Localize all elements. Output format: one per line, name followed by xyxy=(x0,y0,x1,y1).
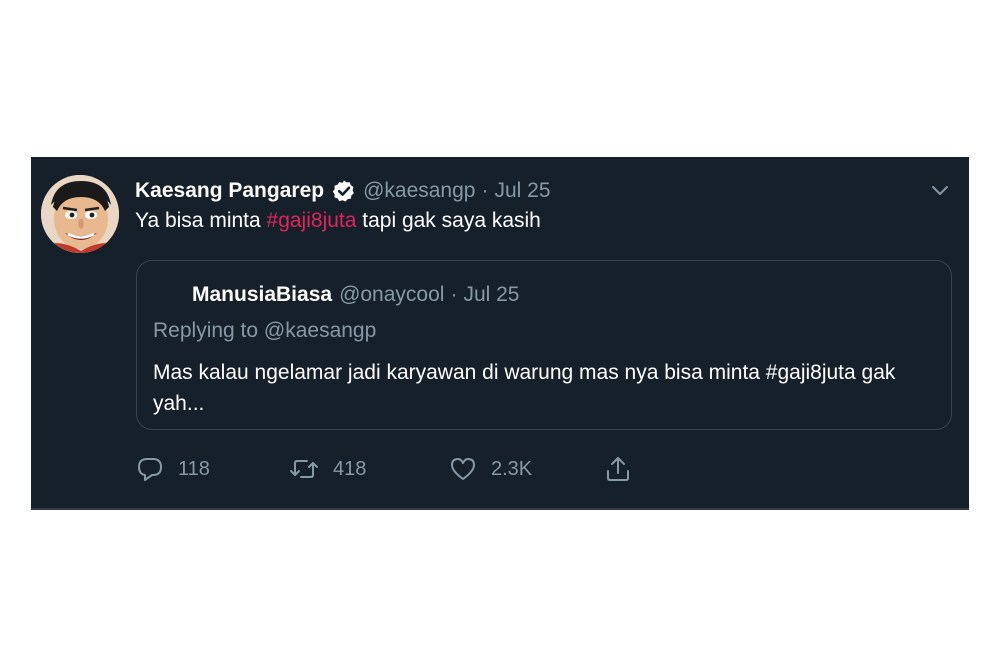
tweet-card[interactable]: Kaesang Pangarep @kaesangp · Jul 25 Ya b… xyxy=(31,157,969,510)
hashtag-link[interactable]: #gaji8juta xyxy=(267,209,357,232)
like-button[interactable]: 2.3K xyxy=(449,453,532,485)
tweet-text-after: tapi gak saya kasih xyxy=(356,209,541,232)
tweet-actions: 118 418 2.3K xyxy=(136,453,736,485)
retweet-count: 418 xyxy=(333,457,367,480)
share-button[interactable] xyxy=(604,453,646,485)
author-name[interactable]: Kaesang Pangarep xyxy=(135,179,324,203)
quote-date: Jul 25 xyxy=(463,283,520,306)
author-avatar[interactable] xyxy=(41,175,119,253)
reply-icon xyxy=(138,458,162,481)
tweet-header: Kaesang Pangarep @kaesangp · Jul 25 xyxy=(135,177,551,205)
tweet-text: Ya bisa minta #gaji8juta tapi gak saya k… xyxy=(135,209,541,233)
retweet-button[interactable]: 418 xyxy=(289,453,366,485)
reply-button[interactable]: 118 xyxy=(136,453,210,485)
card-bottom-border xyxy=(31,508,969,510)
author-handle[interactable]: @kaesangp xyxy=(363,179,475,203)
chevron-down-icon[interactable] xyxy=(929,179,951,206)
heart-icon xyxy=(451,458,475,480)
tweet-date[interactable]: Jul 25 xyxy=(494,179,550,203)
quoted-tweet[interactable]: ManusiaBiasa @onaycool · Jul 25 Replying… xyxy=(136,260,952,430)
like-count: 2.3K xyxy=(491,457,533,480)
quote-author-handle: @onaycool xyxy=(339,283,445,306)
quote-header: ManusiaBiasa @onaycool · Jul 25 xyxy=(192,281,520,309)
share-icon xyxy=(607,457,629,481)
header-separator: · xyxy=(481,179,489,202)
avatar-caricature-icon xyxy=(41,175,119,253)
quote-author-name: ManusiaBiasa xyxy=(192,283,333,306)
verified-badge-icon xyxy=(332,179,356,203)
tweet-text-before: Ya bisa minta xyxy=(135,209,267,232)
quote-text: Mas kalau ngelamar jadi karyawan di waru… xyxy=(153,361,896,415)
reply-count: 118 xyxy=(178,457,210,480)
quote-replying-to: Replying to @kaesangp xyxy=(153,319,377,342)
quote-separator: · xyxy=(450,283,458,306)
retweet-icon xyxy=(290,460,318,478)
